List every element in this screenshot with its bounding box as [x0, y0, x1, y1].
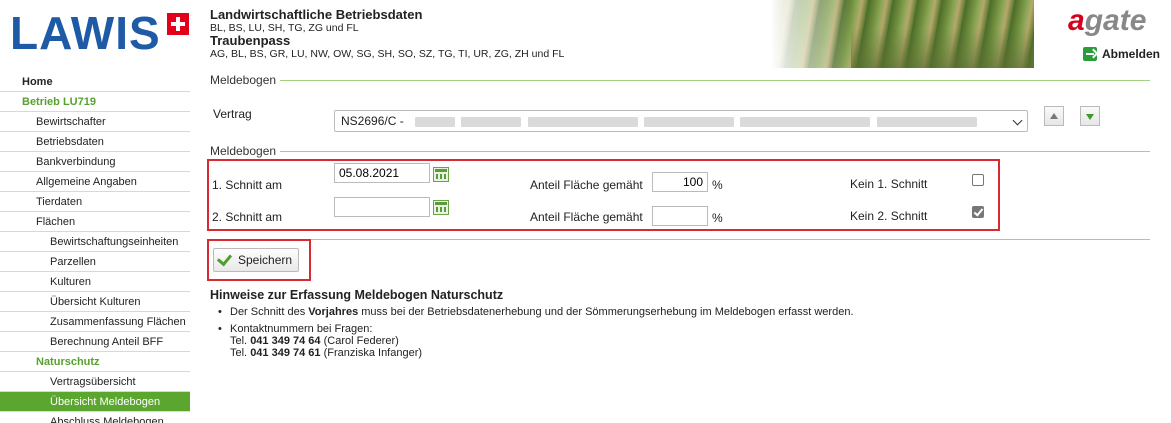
kein1-checkbox[interactable]: [972, 174, 984, 186]
hint1-bold: Vorjahres: [308, 306, 359, 318]
kein2-label: Kein 2. Schnitt: [850, 209, 928, 223]
percent-unit: %: [712, 178, 723, 192]
hint-text-1: Der Schnitt des Vorjahres muss bei der B…: [230, 306, 854, 318]
sidebar-item-vertragsuebersicht[interactable]: Vertragsübersicht: [0, 372, 190, 392]
redacted-text: [527, 116, 638, 127]
header-title-2: Traubenpass: [210, 33, 291, 48]
sidebar-item-flaechen[interactable]: Flächen: [0, 212, 190, 232]
sidebar-item-zusammenfassung-flaechen[interactable]: Zusammenfassung Flächen: [0, 312, 190, 332]
redacted-text: [644, 116, 735, 127]
bullet-icon: •: [218, 306, 222, 318]
hint1-pre: Der Schnitt des: [230, 306, 309, 318]
hint1-post: muss bei der Betriebsdatenerhebung und d…: [358, 306, 854, 318]
arrow-down-icon: [1086, 114, 1094, 120]
fieldset-legend-1: Meldebogen: [210, 73, 281, 87]
tel2-name: (Franziska Infanger): [323, 347, 423, 359]
sidebar-item-abschluss-meldebogen[interactable]: Abschluss Meldebogen: [0, 412, 190, 423]
vertrag-select[interactable]: NS2696/C -: [334, 110, 1028, 132]
agate-logo-a: a: [1068, 4, 1085, 37]
fieldset-line-2: [210, 151, 1150, 152]
contact-line-2: Tel. 041 349 74 61 (Franziska Infanger): [230, 347, 422, 359]
sidebar-item-allgemeine-angaben[interactable]: Allgemeine Angaben: [0, 172, 190, 192]
anteil2-input[interactable]: [652, 206, 708, 226]
header-title-1: Landwirtschaftliche Betriebsdaten: [210, 7, 423, 22]
hint-text-2: Kontaktnummern bei Fragen:: [230, 323, 373, 335]
vineyard-banner-image: [771, 0, 1034, 68]
divider-line: [210, 239, 1150, 240]
schnitt2-date-input[interactable]: [334, 197, 430, 217]
lawis-logo[interactable]: LAWIS: [10, 8, 189, 58]
tel1-name: (Carol Federer): [323, 335, 399, 347]
chevron-down-icon: [1012, 115, 1023, 126]
sidebar-item-betrieb[interactable]: Betrieb LU719: [0, 92, 190, 112]
agate-logo-rest: gate: [1084, 4, 1147, 37]
header: LAWIS Landwirtschaftliche Betriebsdaten …: [0, 0, 1171, 72]
sidebar-item-home[interactable]: Home: [0, 72, 190, 92]
vertrag-select-value: NS2696/C -: [341, 114, 404, 128]
fieldset-legend-2: Meldebogen: [210, 144, 281, 158]
anteil1-input[interactable]: [652, 172, 708, 192]
redacted-text: [740, 116, 871, 127]
fieldset-line-1: [210, 80, 1150, 81]
schnitt1-date-input[interactable]: [334, 163, 430, 183]
logout-icon: [1083, 47, 1097, 61]
save-button-label: Speichern: [238, 253, 293, 267]
checkmark-icon: [216, 250, 233, 266]
lawis-logo-text: LAWIS: [10, 7, 161, 59]
sidebar-item-berechnung-anteil-bff[interactable]: Berechnung Anteil BFF: [0, 332, 190, 352]
tel-prefix: Tel.: [230, 347, 248, 359]
header-text: Landwirtschaftliche Betriebsdaten BL, BS…: [210, 7, 565, 61]
tel1-number: 041 349 74 64: [250, 335, 321, 347]
contact-line-1: Tel. 041 349 74 64 (Carol Federer): [230, 335, 399, 347]
sidebar-item-betriebsdaten[interactable]: Betriebsdaten: [0, 132, 190, 152]
anteil1-label: Anteil Fläche gemäht: [530, 178, 643, 192]
save-button[interactable]: Speichern: [213, 248, 299, 272]
sidebar-item-naturschutz[interactable]: Naturschutz: [0, 352, 190, 372]
redacted-text: [876, 116, 977, 127]
tel2-number: 041 349 74 61: [250, 347, 321, 359]
vertrag-label: Vertrag: [213, 107, 252, 121]
logout-button[interactable]: Abmelden: [1083, 47, 1160, 61]
tel-prefix: Tel.: [230, 335, 248, 347]
hints-title: Hinweise zur Erfassung Meldebogen Naturs…: [210, 288, 504, 302]
kein1-label: Kein 1. Schnitt: [850, 177, 928, 191]
arrow-up-icon: [1050, 113, 1058, 119]
calendar-icon[interactable]: [433, 200, 449, 215]
sidebar-item-uebersicht-meldebogen[interactable]: Übersicht Meldebogen: [0, 392, 190, 412]
sidebar-item-tierdaten[interactable]: Tierdaten: [0, 192, 190, 212]
swiss-cross-icon: [166, 13, 189, 35]
sidebar-item-parzellen[interactable]: Parzellen: [0, 252, 190, 272]
bullet-icon: •: [218, 323, 222, 335]
schnitt2-label: 2. Schnitt am: [212, 210, 283, 224]
redacted-text: [415, 116, 456, 127]
sidebar-nav: Home Betrieb LU719 Bewirtschafter Betrie…: [0, 72, 190, 423]
sidebar-item-bewirtschafter[interactable]: Bewirtschafter: [0, 112, 190, 132]
logout-label: Abmelden: [1102, 47, 1161, 61]
previous-contract-button[interactable]: [1044, 106, 1064, 126]
redacted-text: [461, 116, 522, 127]
kein2-checkbox[interactable]: [972, 206, 984, 218]
agate-logo: agate: [1068, 6, 1146, 36]
header-cantons-2: AG, BL, BS, GR, LU, NW, OW, SG, SH, SO, …: [210, 48, 565, 60]
next-contract-button[interactable]: [1080, 106, 1100, 126]
sidebar-item-kulturen[interactable]: Kulturen: [0, 272, 190, 292]
anteil2-label: Anteil Fläche gemäht: [530, 210, 643, 224]
calendar-icon[interactable]: [433, 167, 449, 182]
sidebar-item-bankverbindung[interactable]: Bankverbindung: [0, 152, 190, 172]
percent-unit: %: [712, 211, 723, 225]
sidebar-item-bewirtschaftungseinheiten[interactable]: Bewirtschaftungseinheiten: [0, 232, 190, 252]
schnitt1-label: 1. Schnitt am: [212, 178, 283, 192]
sidebar-item-uebersicht-kulturen[interactable]: Übersicht Kulturen: [0, 292, 190, 312]
